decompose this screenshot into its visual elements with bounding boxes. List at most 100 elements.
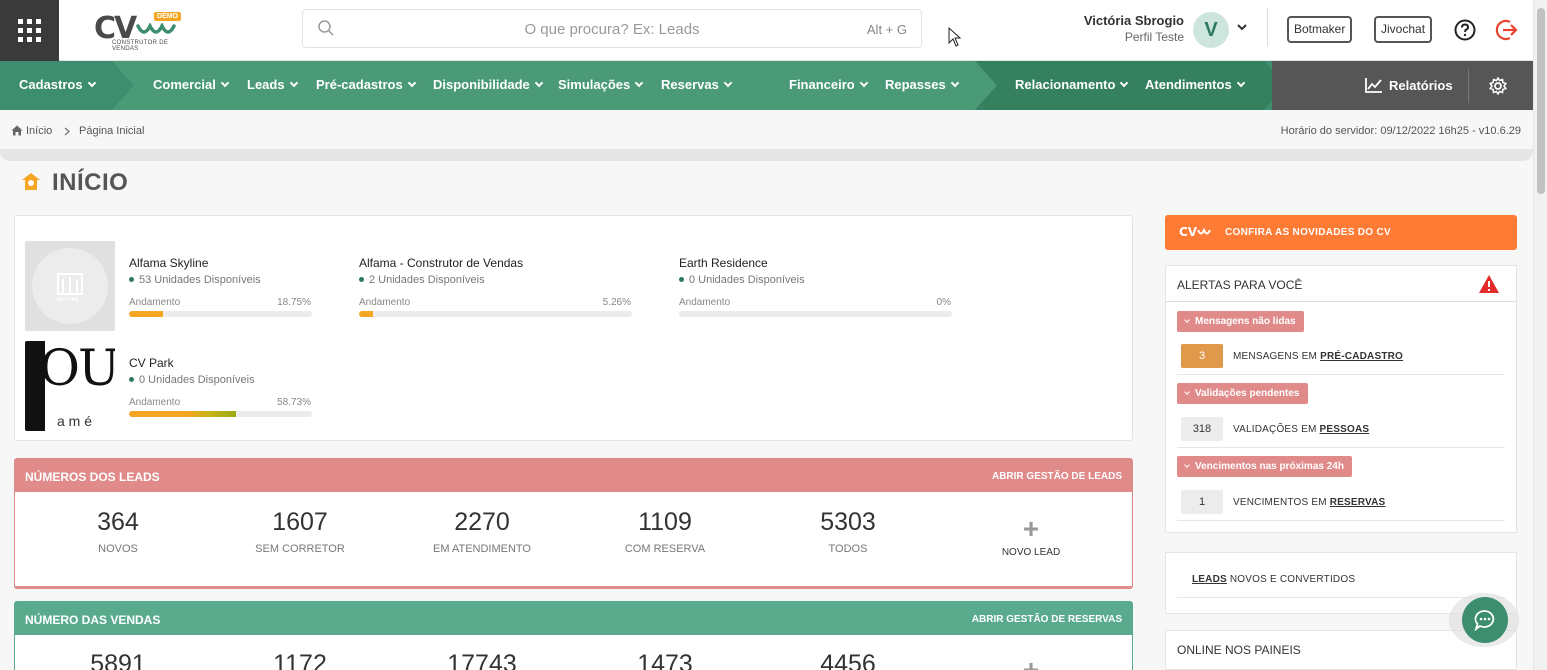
stat-in-service[interactable]: 2270 EM ATENDIMENTO [412, 508, 552, 555]
alert-group-unread-messages[interactable]: Mensagens não lidas [1177, 311, 1304, 332]
progress-percent: 0% [936, 297, 951, 308]
nav-relatorios[interactable]: Relatórios [1365, 77, 1453, 93]
scrollbar-thumb[interactable] [1537, 8, 1545, 194]
nav-label: Atendimentos [1145, 77, 1232, 92]
jivochat-button[interactable]: Jivochat [1374, 16, 1433, 43]
logo[interactable]: CV DEMO CONSTRUTOR DE VENDAS [92, 11, 184, 52]
nav-financeiro[interactable]: Financeiro [789, 77, 868, 92]
project-name[interactable]: CV Park [129, 356, 174, 370]
project-name[interactable]: Earth Residence [679, 256, 768, 270]
server-time: Horário do servidor: 09/12/2022 16h25 - … [1280, 125, 1521, 137]
stat-no-broker[interactable]: 1607 SEM CORRETOR [230, 508, 370, 555]
open-reservations-link[interactable]: ABRIR GESTÃO DE RESERVAS [972, 614, 1122, 625]
header-divider [1267, 8, 1268, 46]
new-lead-button[interactable]: + NOVO LEAD [991, 515, 1071, 559]
leads-panel-title: NÚMEROS DOS LEADS [25, 470, 160, 484]
progress-label: Andamento [679, 297, 731, 308]
svg-text:CV: CV [1179, 225, 1198, 239]
nav-pre-cadastros[interactable]: Pré-cadastros [316, 77, 416, 92]
nav-disponibilidade[interactable]: Disponibilidade [433, 77, 544, 92]
search-input[interactable]: O que procura? Ex: Leads Alt + G [302, 9, 922, 48]
stat-new-leads[interactable]: 364 NOVOS [48, 508, 188, 555]
stat-sales[interactable]: 1473 [595, 650, 735, 670]
alert-group-label: Mensagens não lidas [1195, 316, 1296, 327]
page-scrollbar[interactable] [1533, 0, 1547, 670]
avatar[interactable]: V [1193, 12, 1229, 48]
nav-relacionamento[interactable]: Relacionamento [1015, 77, 1129, 92]
apps-grid-icon[interactable] [0, 0, 59, 61]
nav-leads[interactable]: Leads [247, 77, 298, 92]
alert-link-pessoas[interactable]: PESSOAS [1320, 424, 1370, 435]
progress-label: Andamento [129, 397, 181, 408]
page-title: INÍCIO [52, 169, 129, 196]
nav-reservas[interactable]: Reservas [661, 77, 733, 92]
alert-group-due-24h[interactable]: Vencimentos nas próximas 24h [1177, 456, 1352, 477]
botmaker-button[interactable]: Botmaker [1287, 16, 1353, 43]
stat-all[interactable]: 5303 TODOS [778, 508, 918, 555]
stat-value: 1473 [637, 650, 693, 670]
news-button[interactable]: CV CONFIRA AS NOVIDADES DO CV [1165, 215, 1517, 250]
progress-label: Andamento [359, 297, 411, 308]
alert-text: VENCIMENTOS EM RESERVAS [1233, 497, 1385, 508]
row-divider [1177, 447, 1505, 448]
alert-text: MENSAGENS EM PRÉ-CADASTRO [1233, 351, 1403, 362]
nav-label: Financeiro [789, 77, 855, 92]
open-leads-link[interactable]: ABRIR GESTÃO DE LEADS [992, 471, 1122, 482]
alert-text-label: MENSAGENS EM [1233, 351, 1318, 362]
main-nav: Cadastros Comercial Leads Pré-cadastros … [0, 61, 1533, 110]
leads-panel-header: NÚMEROS DOS LEADS ABRIR GESTÃO DE LEADS [15, 459, 1132, 492]
project-units: 2 Unidades Disponíveis [359, 274, 485, 286]
alert-count: 1 [1181, 490, 1223, 514]
progress-bar [129, 411, 312, 417]
header-shadow [0, 149, 1533, 161]
home-badge-icon [22, 173, 40, 190]
stat-label: EM ATENDIMENTO [433, 543, 531, 555]
stat-sales[interactable]: 5891 [48, 650, 188, 670]
stat-sales[interactable]: 17743 [412, 650, 552, 670]
project-thumb-text: OU [39, 341, 115, 397]
nav-cadastros[interactable]: Cadastros [19, 77, 96, 92]
chevron-down-icon[interactable] [1236, 22, 1248, 32]
row-divider [1177, 520, 1505, 521]
stat-value: 5891 [90, 650, 146, 670]
stat-sales[interactable]: 4456 [778, 650, 918, 670]
nav-comercial[interactable]: Comercial [153, 77, 230, 92]
logo-subtitle: CONSTRUTOR DE VENDAS [112, 40, 169, 52]
logo-wave-icon [136, 23, 176, 34]
leads-summary-label: NOVOS E CONVERTIDOS [1229, 574, 1356, 585]
alerts-divider [1166, 301, 1516, 302]
new-sale-button[interactable]: + [991, 656, 1071, 670]
stat-value: 364 [97, 508, 139, 536]
nav-label: Simulações [558, 77, 631, 92]
stat-label: TODOS [828, 543, 868, 555]
help-icon[interactable] [1454, 19, 1476, 41]
alert-link-precadastro[interactable]: PRÉ-CADASTRO [1320, 351, 1403, 362]
logout-icon[interactable] [1495, 18, 1519, 42]
gear-icon[interactable] [1489, 77, 1507, 95]
stat-label: SEM CORRETOR [255, 543, 345, 555]
nav-atendimentos[interactable]: Atendimentos [1145, 77, 1245, 92]
nav-label: Reservas [661, 77, 719, 92]
project-name[interactable]: Alfama Skyline [129, 256, 208, 270]
leads-link[interactable]: LEADS [1192, 574, 1227, 585]
user-profile: Perfil Teste [1124, 30, 1184, 44]
stat-sales[interactable]: 1172 [230, 650, 370, 670]
stat-value: 5303 [820, 508, 876, 536]
nav-label: Relatórios [1389, 78, 1453, 93]
alert-link-reservas[interactable]: RESERVAS [1330, 497, 1386, 508]
nav-repasses[interactable]: Repasses [885, 77, 959, 92]
progress-bar [359, 311, 632, 317]
project-units: 0 Unidades Disponíveis [679, 274, 805, 286]
alert-group-pending-validations[interactable]: Validações pendentes [1177, 383, 1308, 404]
project-thumbnail[interactable]: SKYLINE [25, 241, 115, 331]
project-thumbnail[interactable]: OU a m é [25, 341, 115, 431]
stat-value: 4456 [820, 650, 876, 670]
breadcrumb-home[interactable]: Início [26, 125, 52, 137]
project-name[interactable]: Alfama - Construtor de Vendas [359, 256, 523, 270]
chat-bubble-icon [1474, 610, 1495, 631]
chat-button[interactable] [1449, 593, 1519, 647]
user-info[interactable]: Victória Sbrogio Perfil Teste [1060, 13, 1184, 44]
stat-with-reservation[interactable]: 1109 COM RESERVA [595, 508, 735, 555]
progress-fill [129, 311, 164, 317]
nav-simulacoes[interactable]: Simulações [558, 77, 644, 92]
